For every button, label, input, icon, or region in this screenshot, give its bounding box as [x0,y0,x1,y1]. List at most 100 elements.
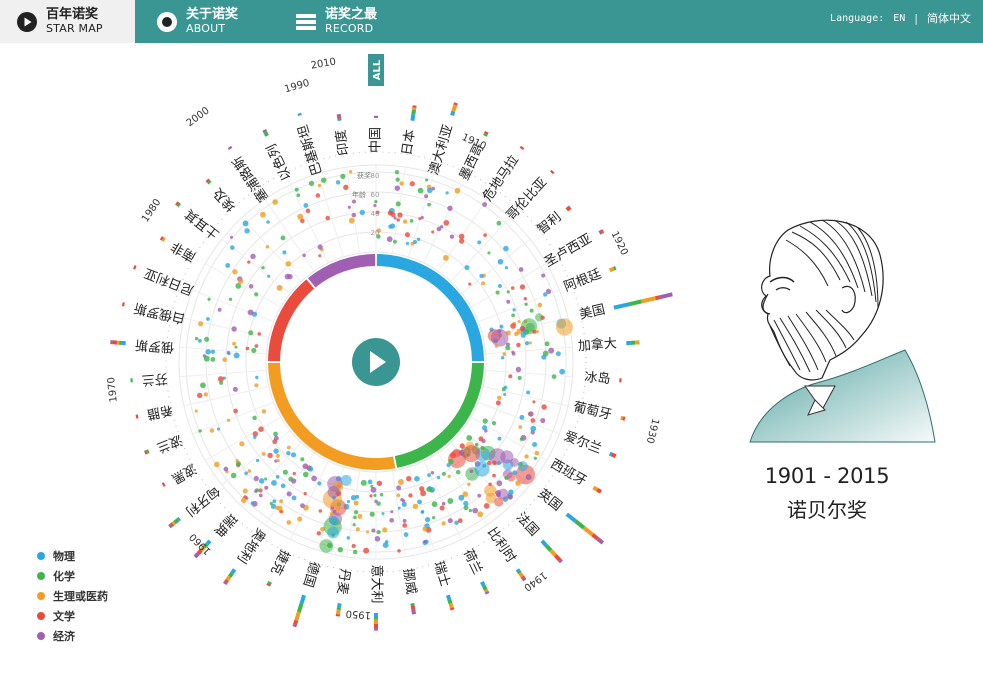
laureate-dot[interactable] [394,185,401,191]
laureate-dot[interactable] [327,526,340,539]
laureate-dot[interactable] [258,488,263,493]
country-label[interactable]: 英国 [535,486,565,514]
laureate-dot[interactable] [317,244,323,250]
laureate-dot[interactable] [417,499,422,505]
country-label-group[interactable]: 芬兰 [141,370,168,387]
laureate-dot[interactable] [292,471,296,476]
laureate-dot[interactable] [548,347,555,354]
laureate-dot[interactable] [282,469,288,475]
laureate-dot[interactable] [408,493,413,498]
laureate-dot[interactable] [230,472,237,479]
laureate-dot[interactable] [376,529,381,535]
laureate-dot[interactable] [506,299,511,304]
laureate-dot[interactable] [392,239,397,244]
laureate-dot[interactable] [321,177,327,183]
country-label-group[interactable]: 丹麦 [334,568,353,596]
country-label-group[interactable]: 白俄罗斯 [132,299,186,326]
laureate-dot[interactable] [518,267,524,272]
laureate-dot[interactable] [244,228,250,234]
country-label[interactable]: 白俄罗斯 [132,299,186,326]
laureate-dot[interactable] [348,169,353,174]
country-label[interactable]: 哥伦比亚 [504,175,550,223]
laureate-dot[interactable] [523,297,527,301]
legend-item[interactable]: 化学 [37,566,108,586]
laureate-dot[interactable] [222,357,227,362]
laureate-dot[interactable] [420,490,427,497]
laureate-dot[interactable] [300,218,305,224]
laureate-dot[interactable] [347,205,351,209]
laureate-dot[interactable] [269,501,273,506]
laureate-dot[interactable] [374,199,378,204]
laureate-dot[interactable] [352,523,356,527]
laureate-dot[interactable] [503,385,508,390]
laureate-dot[interactable] [353,500,359,506]
laureate-dot[interactable] [534,450,540,456]
laureate-dot[interactable] [232,269,238,275]
laureate-dot[interactable] [351,543,356,549]
laureate-dot[interactable] [308,180,315,187]
laureate-dot[interactable] [504,266,509,270]
laureate-dot[interactable] [198,429,202,433]
laureate-dot[interactable] [430,471,435,475]
laureate-dot[interactable] [355,527,360,532]
country-label[interactable]: 奥地利 [234,525,268,566]
laureate-dot[interactable] [291,495,297,501]
laureate-dot[interactable] [495,290,500,295]
nav-record[interactable]: 诺奖之最 RECORD [295,0,415,43]
laureate-dot[interactable] [516,342,521,348]
laureate-dot[interactable] [532,400,536,404]
laureate-dot[interactable] [441,471,446,476]
laureate-dot[interactable] [426,187,433,194]
laureate-dot[interactable] [499,324,504,329]
laureate-dot[interactable] [197,392,203,399]
country-label[interactable]: 葡萄牙 [572,400,613,423]
country-label[interactable]: 阿根廷 [562,267,604,295]
laureate-dot[interactable] [329,515,339,525]
laureate-dot[interactable] [555,351,561,357]
play-button[interactable] [352,338,400,386]
laureate-dot[interactable] [273,435,279,441]
country-label-group[interactable]: 澳大利亚 [426,123,457,177]
laureate-dot[interactable] [240,497,247,504]
laureate-dot[interactable] [406,475,412,482]
laureate-dot[interactable] [497,283,502,288]
laureate-dot[interactable] [481,425,488,431]
laureate-dot[interactable] [519,437,524,441]
country-label-group[interactable]: 奥地利 [234,525,268,566]
country-label-group[interactable]: 法国 [513,510,542,539]
laureate-dot[interactable] [317,481,322,486]
laureate-dot[interactable] [300,457,305,462]
laureate-dot[interactable] [369,494,373,498]
laureate-dot[interactable] [366,530,370,534]
language-en-link[interactable]: EN [893,13,905,24]
laureate-dot[interactable] [395,201,401,207]
laureate-dot[interactable] [318,509,323,513]
laureate-dot[interactable] [425,178,429,182]
laureate-dot[interactable] [318,254,322,258]
laureate-dot[interactable] [497,436,502,441]
laureate-dot[interactable] [285,260,292,267]
country-label[interactable]: 澳大利亚 [426,123,457,177]
legend-item[interactable]: 经济 [37,626,108,646]
laureate-dot[interactable] [315,193,321,198]
country-label[interactable]: 以色列 [264,141,295,183]
country-label-group[interactable]: 德国 [300,559,322,588]
laureate-dot[interactable] [287,273,293,280]
country-label[interactable]: 智利 [535,210,565,238]
laureate-dot[interactable] [409,218,414,223]
laureate-dot[interactable] [242,220,249,227]
laureate-dot[interactable] [276,458,280,463]
laureate-dot[interactable] [441,521,446,526]
laureate-dot[interactable] [400,498,404,502]
laureate-dot[interactable] [266,220,270,224]
laureate-dot[interactable] [505,345,511,351]
laureate-dot[interactable] [233,352,240,359]
laureate-dot[interactable] [257,332,262,336]
laureate-dot[interactable] [279,499,284,504]
country-label[interactable]: 波黑 [169,460,199,486]
country-label[interactable]: 埃及 [211,185,240,214]
laureate-dot[interactable] [230,245,235,250]
laureate-dot[interactable] [412,239,418,245]
legend-item[interactable]: 物理 [37,546,108,566]
laureate-dot[interactable] [234,345,238,349]
